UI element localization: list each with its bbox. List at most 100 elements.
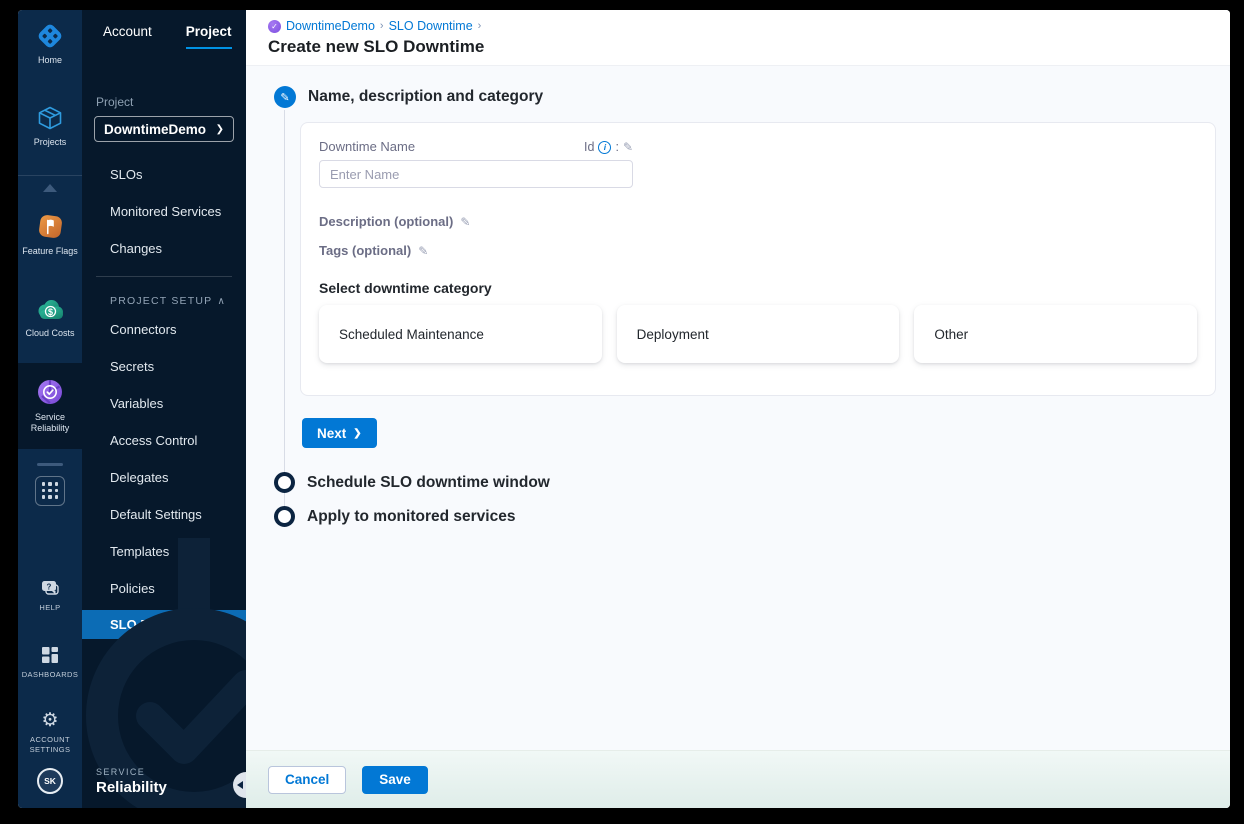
rail-item-account-settings[interactable]: ⚙ ACCOUNT SETTINGS	[18, 699, 82, 764]
sidebar-item-delegates[interactable]: Delegates	[82, 459, 246, 496]
id-label: Id	[584, 140, 595, 154]
save-button[interactable]: Save	[362, 765, 428, 794]
cloud-costs-label: Cloud Costs	[25, 327, 75, 338]
rail-item-help[interactable]: ? HELP	[18, 567, 82, 622]
tab-account[interactable]: Account	[103, 24, 152, 49]
sidebar-item-secrets[interactable]: Secrets	[82, 348, 246, 385]
sidebar-divider	[96, 276, 232, 277]
chevron-up-icon[interactable]: ∧	[217, 296, 226, 307]
module-browser-icon[interactable]	[35, 475, 65, 506]
service-reliability-crumb-icon: ✓	[268, 19, 281, 33]
create-downtime-wizard: ✎ Name, description and category Downtim…	[246, 66, 1230, 750]
sidebar-item-monitored-services[interactable]: Monitored Services	[82, 193, 246, 230]
edit-tags-icon[interactable]: ✎	[418, 244, 428, 258]
project-field-label: Project	[96, 95, 134, 109]
edit-id-icon[interactable]: ✎	[623, 140, 633, 154]
module-kicker: SERVICE	[96, 767, 146, 777]
name-description-card: Downtime Name Id i : ✎ Description (opti…	[300, 122, 1216, 396]
module-footer: SERVICE Reliability	[96, 767, 167, 796]
sidebar-item-variables[interactable]: Variables	[82, 385, 246, 422]
step-1-header[interactable]: ✎ Name, description and category	[274, 86, 1216, 108]
service-reliability-icon	[38, 380, 62, 404]
chevron-left-icon	[236, 781, 243, 789]
svg-text:$: $	[48, 307, 53, 317]
step-1-title: Name, description and category	[308, 88, 544, 105]
main-panel: ✓ DowntimeDemo › SLO Downtime › Create n…	[246, 10, 1230, 808]
module-rail: Home Projects Feature Flags $ Cloud Cost…	[18, 10, 82, 808]
projects-icon	[38, 106, 62, 130]
description-row: Description (optional) ✎	[319, 214, 1197, 229]
breadcrumb-separator: ›	[379, 20, 384, 32]
step-3-circle-icon	[274, 506, 295, 527]
tags-label: Tags (optional)	[319, 243, 412, 258]
step-3-header[interactable]: Apply to monitored services	[274, 506, 1216, 527]
sidebar-item-changes[interactable]: Changes	[82, 230, 246, 267]
next-button-label: Next	[317, 425, 347, 441]
category-card-scheduled-maintenance[interactable]: Scheduled Maintenance	[319, 305, 602, 363]
sidebar-item-access-control[interactable]: Access Control	[82, 422, 246, 459]
step-connector-line	[284, 110, 285, 518]
help-icon: ?	[42, 580, 59, 595]
project-sidebar: Account Project Project DowntimeDemo ❯ S…	[82, 10, 246, 808]
step-2-header[interactable]: Schedule SLO downtime window	[274, 472, 1216, 493]
sidebar-collapse-button[interactable]	[233, 772, 246, 798]
feature-flags-label: Feature Flags	[22, 245, 78, 256]
projects-label: Projects	[33, 137, 67, 148]
downtime-name-label: Downtime Name	[319, 139, 416, 154]
info-icon[interactable]: i	[598, 140, 612, 154]
edit-step-icon: ✎	[274, 86, 296, 108]
cloud-costs-icon: $	[38, 299, 63, 319]
edit-description-icon[interactable]: ✎	[460, 215, 470, 229]
rail-item-dashboards[interactable]: DASHBOARDS	[18, 632, 82, 689]
sidebar-item-slos[interactable]: SLOs	[82, 156, 246, 193]
user-avatar[interactable]: SK	[37, 768, 63, 794]
name-field-header: Downtime Name Id i : ✎	[319, 139, 633, 154]
breadcrumb-separator: ›	[477, 20, 482, 32]
feature-flags-icon	[38, 214, 62, 238]
dashboards-icon	[42, 646, 58, 663]
step-2-title: Schedule SLO downtime window	[307, 473, 550, 491]
chevron-right-icon: ❯	[353, 427, 362, 439]
rail-item-home[interactable]: Home	[18, 10, 82, 76]
project-setup-section: PROJECT SETUP ∧	[82, 286, 246, 311]
dashboards-label: DASHBOARDS	[21, 669, 79, 679]
project-setup-label: PROJECT SETUP	[110, 295, 213, 307]
category-card-deployment[interactable]: Deployment	[616, 305, 900, 363]
breadcrumb: ✓ DowntimeDemo › SLO Downtime ›	[268, 19, 1230, 33]
rail-item-cloud-costs[interactable]: $ Cloud Costs	[18, 285, 82, 349]
step-2-circle-icon	[274, 472, 295, 493]
project-selector-value: DowntimeDemo	[104, 121, 207, 137]
rail-item-feature-flags[interactable]: Feature Flags	[18, 200, 82, 267]
rail-item-service-reliability[interactable]: Service Reliability	[18, 363, 82, 449]
cancel-button[interactable]: Cancel	[268, 765, 347, 794]
id-group: Id i : ✎	[584, 140, 633, 154]
category-card-other[interactable]: Other	[914, 305, 1198, 363]
home-label: Home	[37, 55, 62, 65]
gear-icon: ⚙	[41, 710, 59, 732]
breadcrumb-slo-downtime[interactable]: SLO Downtime	[389, 19, 473, 33]
sidebar-item-templates[interactable]: Templates	[82, 533, 246, 570]
home-icon	[38, 24, 62, 48]
tab-project[interactable]: Project	[185, 24, 232, 49]
breadcrumb-project[interactable]: DowntimeDemo	[286, 19, 375, 33]
sidebar-item-connectors[interactable]: Connectors	[82, 311, 246, 348]
svg-text:?: ?	[47, 582, 52, 591]
project-selector[interactable]: DowntimeDemo ❯	[94, 116, 234, 142]
sidebar-item-default-settings[interactable]: Default Settings	[82, 496, 246, 533]
rail-divider	[18, 174, 82, 176]
module-title: Reliability	[96, 779, 167, 796]
collapse-up-icon[interactable]	[43, 183, 57, 192]
sidebar-item-slo-downtime[interactable]: SLO Downtime	[82, 610, 246, 639]
page-header: ✓ DowntimeDemo › SLO Downtime › Create n…	[246, 10, 1230, 66]
rail-item-projects[interactable]: Projects	[18, 92, 82, 158]
downtime-name-input[interactable]	[319, 160, 633, 188]
sidebar-item-policies[interactable]: Policies	[82, 570, 246, 607]
chevron-right-icon: ❯	[215, 123, 224, 135]
app-window: Home Projects Feature Flags $ Cloud Cost…	[18, 10, 1230, 808]
action-footer: Cancel Save	[246, 750, 1230, 808]
description-label: Description (optional)	[319, 214, 454, 229]
id-colon: :	[615, 140, 619, 154]
account-settings-label: ACCOUNT SETTINGS	[29, 735, 71, 754]
tags-row: Tags (optional) ✎	[319, 243, 1197, 258]
next-button[interactable]: Next ❯	[302, 418, 377, 448]
